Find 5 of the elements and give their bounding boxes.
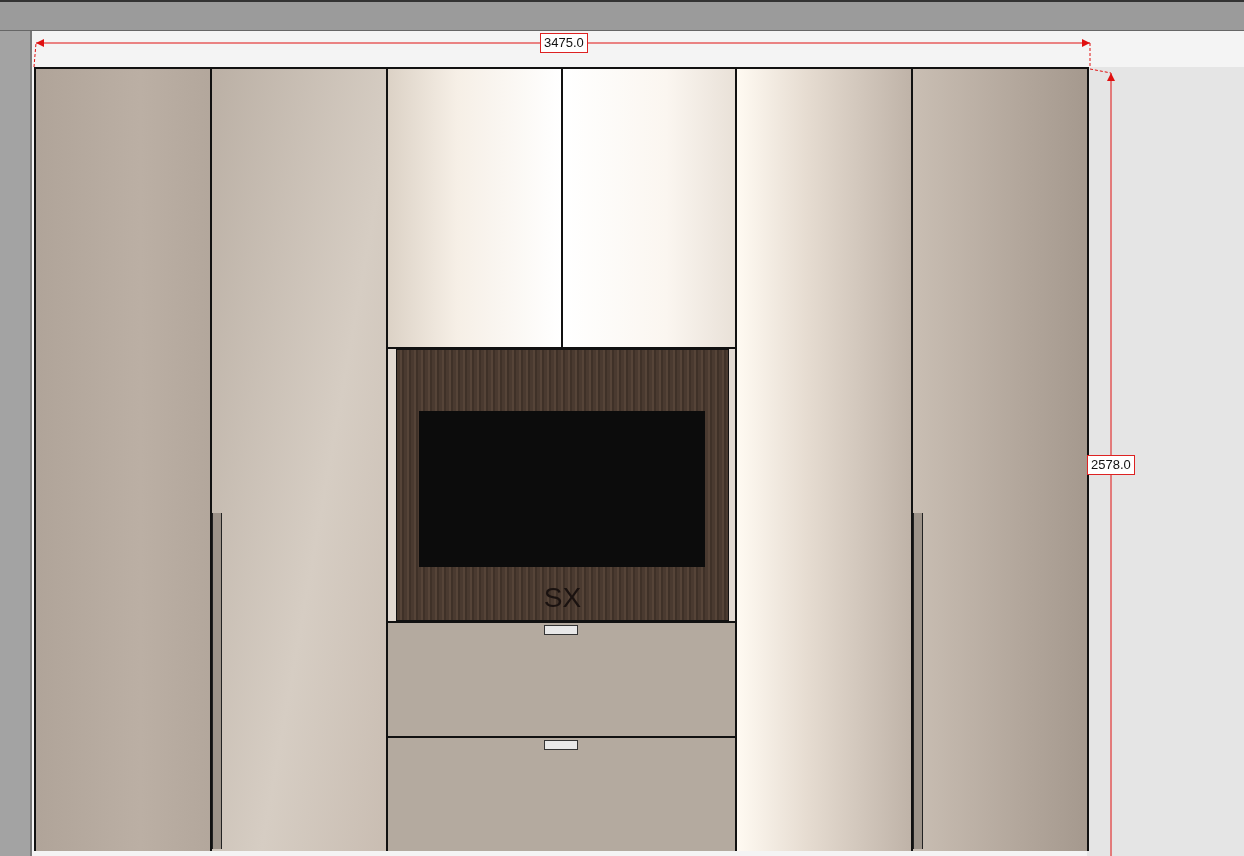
dimension-label: 2578.0 — [1087, 455, 1135, 475]
drawer-handle — [544, 740, 579, 750]
panel-label: SX — [543, 582, 582, 614]
dimension-label: 3475.0 — [540, 33, 588, 53]
drawer-handle — [544, 625, 579, 635]
